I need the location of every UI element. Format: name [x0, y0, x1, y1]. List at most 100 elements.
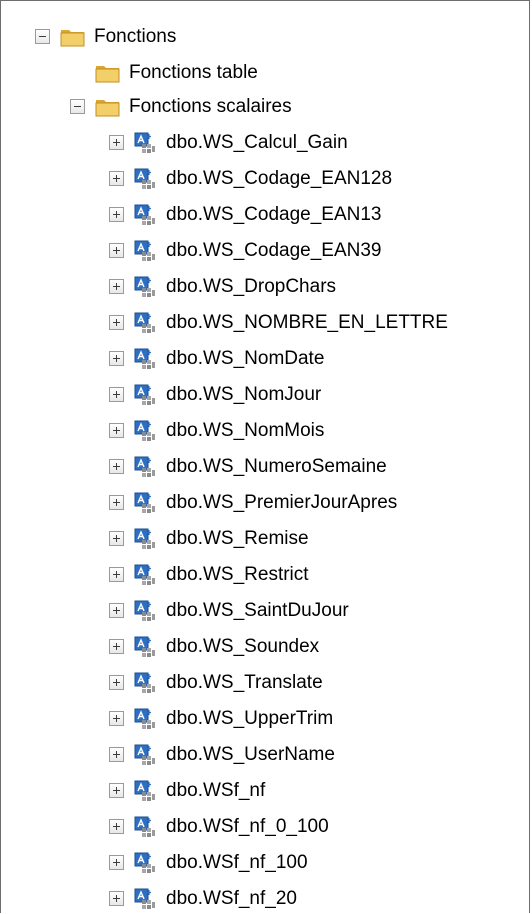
- tree-node-function[interactable]: dbo.WS_NomDate: [109, 343, 324, 374]
- tree-node-function[interactable]: dbo.WS_Soundex: [109, 631, 319, 662]
- tree-node-function[interactable]: dbo.WSf_nf: [109, 775, 265, 806]
- tree-node-label: dbo.WS_Codage_EAN39: [166, 240, 382, 261]
- expand-plus-icon[interactable]: [109, 171, 124, 186]
- expand-plus-icon[interactable]: [109, 135, 124, 150]
- tree-node-fonctions-table[interactable]: Fonctions table: [70, 57, 258, 88]
- tree-node-label: dbo.WS_UpperTrim: [166, 708, 334, 729]
- tree-node-label: dbo.WS_Codage_EAN128: [166, 168, 393, 189]
- tree-node-function[interactable]: dbo.WS_Restrict: [109, 559, 309, 590]
- scalar-function-icon: [134, 888, 155, 909]
- expand-plus-icon[interactable]: [109, 387, 124, 402]
- tree-node-function[interactable]: dbo.WS_Remise: [109, 523, 309, 554]
- expand-plus-icon[interactable]: [109, 855, 124, 870]
- tree-node-label: dbo.WS_SaintDuJour: [166, 600, 349, 621]
- expand-plus-icon[interactable]: [109, 531, 124, 546]
- scalar-function-icon: [134, 384, 155, 405]
- tree-node-function[interactable]: dbo.WSf_nf_0_100: [109, 811, 329, 842]
- tree-node-label: dbo.WS_Calcul_Gain: [166, 132, 348, 153]
- expand-plus-icon[interactable]: [109, 891, 124, 906]
- tree-node-label: dbo.WS_PremierJourApres: [166, 492, 398, 513]
- scalar-function-icon: [134, 708, 155, 729]
- tree-node-function[interactable]: dbo.WS_UpperTrim: [109, 703, 333, 734]
- expand-plus-icon[interactable]: [109, 315, 124, 330]
- expand-plus-icon[interactable]: [109, 243, 124, 258]
- expand-plus-icon[interactable]: [109, 639, 124, 654]
- tree-node-function[interactable]: dbo.WS_PremierJourApres: [109, 487, 397, 518]
- tree-node-function[interactable]: dbo.WS_DropChars: [109, 271, 336, 302]
- tree-node-function[interactable]: dbo.WSf_nf_20: [109, 883, 297, 914]
- tree-node-function[interactable]: dbo.WS_NOMBRE_EN_LETTRE: [109, 307, 448, 338]
- scalar-function-icon: [134, 240, 155, 261]
- tree-node-label: dbo.WS_Translate: [166, 672, 323, 693]
- tree-node-function[interactable]: dbo.WS_UserName: [109, 739, 335, 770]
- scalar-function-icon: [134, 168, 155, 189]
- tree-node-label: dbo.WS_NomDate: [166, 348, 325, 369]
- tree-node-label: dbo.WSf_nf_100: [166, 852, 308, 873]
- scalar-function-icon: [134, 636, 155, 657]
- tree-node-label: Fonctions: [94, 26, 177, 47]
- scalar-function-icon: [134, 132, 155, 153]
- scalar-function-icon: [134, 672, 155, 693]
- tree-node-label: dbo.WSf_nf_20: [166, 888, 297, 909]
- tree-node-function[interactable]: dbo.WS_NomJour: [109, 379, 321, 410]
- object-explorer-tree: Fonctions Fonctions table Fonctions scal…: [0, 0, 530, 913]
- expand-plus-icon[interactable]: [109, 459, 124, 474]
- folder-icon: [95, 99, 120, 116]
- scalar-function-icon: [134, 600, 155, 621]
- tree-node-function[interactable]: dbo.WS_SaintDuJour: [109, 595, 349, 626]
- expand-plus-icon[interactable]: [109, 603, 124, 618]
- tree-node-function[interactable]: dbo.WS_Codage_EAN39: [109, 235, 381, 266]
- scalar-function-icon: [134, 348, 155, 369]
- tree-node-label: Fonctions scalaires: [129, 96, 292, 117]
- expand-plus-icon[interactable]: [109, 495, 124, 510]
- scalar-function-icon: [134, 276, 155, 297]
- scalar-function-icon: [134, 816, 155, 837]
- tree-node-function[interactable]: dbo.WS_Codage_EAN128: [109, 163, 392, 194]
- tree-node-label: dbo.WS_Remise: [166, 528, 309, 549]
- folder-icon: [60, 29, 85, 46]
- tree-node-fonctions-scalaires[interactable]: Fonctions scalaires: [70, 91, 292, 122]
- expand-plus-icon[interactable]: [109, 819, 124, 834]
- tree-node-function[interactable]: dbo.WS_Translate: [109, 667, 323, 698]
- scalar-function-icon: [134, 852, 155, 873]
- scalar-function-icon: [134, 312, 155, 333]
- tree-node-label: dbo.WS_Restrict: [166, 564, 309, 585]
- expand-plus-icon[interactable]: [109, 423, 124, 438]
- tree-node-label: Fonctions table: [129, 62, 258, 83]
- tree-node-label: dbo.WS_NomJour: [166, 384, 322, 405]
- tree-node-function[interactable]: dbo.WS_Calcul_Gain: [109, 127, 348, 158]
- scalar-function-icon: [134, 528, 155, 549]
- folder-icon: [95, 65, 120, 82]
- tree-node-function[interactable]: dbo.WS_Codage_EAN13: [109, 199, 381, 230]
- expand-plus-icon[interactable]: [109, 675, 124, 690]
- scalar-function-icon: [134, 780, 155, 801]
- scalar-function-icon: [134, 564, 155, 585]
- scalar-function-icon: [134, 420, 155, 441]
- expand-plus-icon[interactable]: [109, 351, 124, 366]
- tree-node-label: dbo.WSf_nf_0_100: [166, 816, 329, 837]
- tree-node-label: dbo.WSf_nf: [166, 780, 266, 801]
- expand-plus-icon[interactable]: [109, 711, 124, 726]
- tree-node-function[interactable]: dbo.WS_NomMois: [109, 415, 324, 446]
- tree-node-label: dbo.WS_Soundex: [166, 636, 320, 657]
- tree-node-label: dbo.WS_UserName: [166, 744, 335, 765]
- expand-plus-icon[interactable]: [109, 279, 124, 294]
- tree-node-function[interactable]: dbo.WSf_nf_100: [109, 847, 308, 878]
- tree-node-fonctions[interactable]: Fonctions: [35, 21, 176, 52]
- tree-node-label: dbo.WS_DropChars: [166, 276, 337, 297]
- expand-plus-icon[interactable]: [109, 567, 124, 582]
- tree-node-label: dbo.WS_NOMBRE_EN_LETTRE: [166, 312, 448, 333]
- expand-plus-icon[interactable]: [109, 207, 124, 222]
- collapse-minus-icon[interactable]: [70, 99, 85, 114]
- tree-node-label: dbo.WS_NumeroSemaine: [166, 456, 387, 477]
- tree-node-label: dbo.WS_NomMois: [166, 420, 325, 441]
- tree-node-label: dbo.WS_Codage_EAN13: [166, 204, 382, 225]
- scalar-function-icon: [134, 204, 155, 225]
- scalar-function-icon: [134, 492, 155, 513]
- expand-plus-icon[interactable]: [109, 783, 124, 798]
- scalar-function-icon: [134, 744, 155, 765]
- collapse-minus-icon[interactable]: [35, 29, 50, 44]
- expand-plus-icon[interactable]: [109, 747, 124, 762]
- tree-node-function[interactable]: dbo.WS_NumeroSemaine: [109, 451, 387, 482]
- scalar-function-icon: [134, 456, 155, 477]
